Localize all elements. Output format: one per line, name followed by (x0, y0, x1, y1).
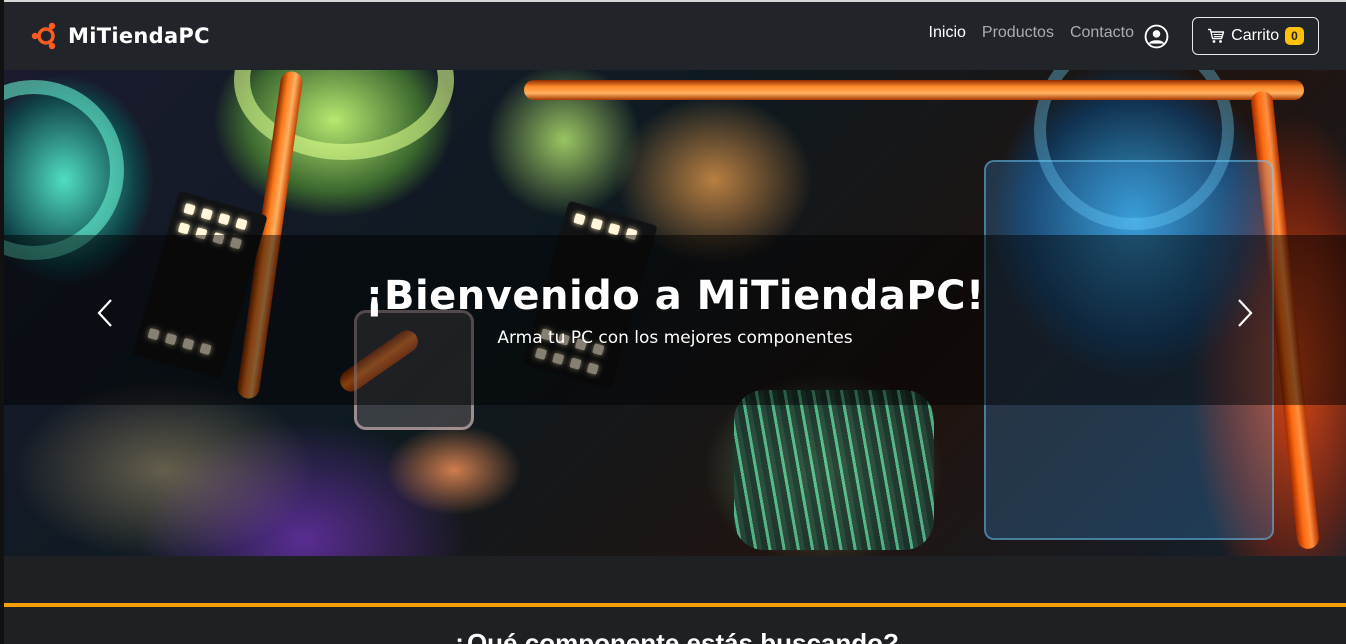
hero-subtitle: Arma tu PC con los mejores componentes (497, 328, 853, 348)
section-title: ¿Qué componente estás buscando? (451, 628, 899, 644)
nav-link-productos[interactable]: Productos (982, 24, 1054, 42)
carousel-next-button[interactable] (1230, 295, 1260, 331)
section-accent-line (4, 603, 1346, 607)
chevron-left-icon (97, 299, 112, 327)
cart-button[interactable]: Carrito 0 (1192, 17, 1319, 55)
carousel-prev-button[interactable] (90, 295, 120, 331)
brand-logo-icon (31, 22, 56, 50)
shopping-cart-icon (1208, 28, 1225, 43)
hero-fan-ring-top (234, 70, 454, 160)
hero-fan-ring-left (4, 80, 124, 260)
cart-label: Carrito (1231, 27, 1280, 44)
carousel-caption-band (4, 235, 1346, 405)
cart-count-badge: 0 (1285, 27, 1304, 45)
hero-cables (734, 390, 934, 550)
hero-tube-top (524, 80, 1304, 100)
nav-links: Inicio Productos Contacto (929, 24, 1134, 42)
navbar: MiTiendaPC Inicio Productos Contacto Car… (4, 2, 1346, 70)
nav-link-contacto[interactable]: Contacto (1070, 24, 1134, 42)
brand-link[interactable]: MiTiendaPC (30, 20, 210, 52)
user-circle-icon[interactable] (1144, 24, 1169, 49)
hero-carousel: ¡Bienvenido a MiTiendaPC! Arma tu PC con… (4, 70, 1346, 556)
chevron-right-icon (1238, 299, 1253, 327)
nav-link-inicio[interactable]: Inicio (929, 24, 966, 42)
brand-name: MiTiendaPC (68, 24, 210, 48)
hero-title: ¡Bienvenido a MiTiendaPC! (365, 273, 985, 319)
